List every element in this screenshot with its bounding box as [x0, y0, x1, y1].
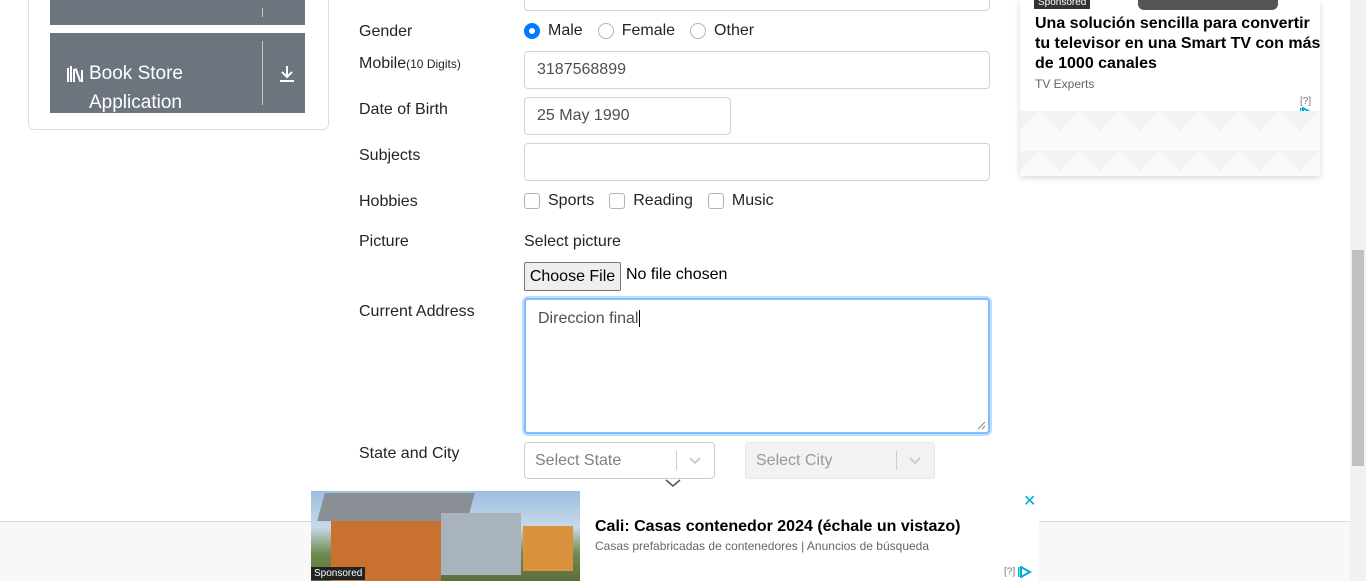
scrollbar-thumb[interactable] — [1352, 250, 1364, 466]
state-city-label: State and City — [359, 445, 460, 462]
text-cursor: ​ — [639, 310, 641, 327]
ad-pattern — [1020, 111, 1320, 176]
dob-value: 25 May 1990 — [537, 107, 630, 124]
current-address-textarea[interactable]: Direccion final​ — [524, 298, 990, 434]
checkbox-icon[interactable] — [524, 193, 540, 209]
dob-label: Date of Birth — [359, 101, 448, 118]
ad-source[interactable]: TV Experts — [1035, 77, 1094, 91]
ad-bottom[interactable]: Sponsored Cali: Casas contenedor 2024 (é… — [311, 491, 1039, 581]
email-field[interactable] — [524, 0, 990, 11]
collapse-ad-icon[interactable] — [665, 478, 681, 488]
chevron-down-icon — [909, 457, 921, 465]
choose-file-button[interactable]: Choose File — [524, 262, 621, 291]
sidebar-item-label: Book Store Application — [89, 63, 183, 113]
subjects-input[interactable] — [524, 143, 990, 181]
hobby-music[interactable]: Music — [707, 192, 774, 210]
hobbies-checkbox-group: Sports Reading Music — [524, 192, 789, 210]
sidebar-item-previous[interactable] — [50, 0, 305, 25]
city-placeholder: Select City — [756, 451, 833, 469]
hobby-sports[interactable]: Sports — [524, 192, 594, 210]
mobile-label: Mobile(10 Digits) — [359, 54, 461, 74]
radio-checked-icon[interactable] — [524, 23, 540, 39]
ad-info-link[interactable]: [?] — [1300, 96, 1311, 107]
download-icon[interactable] — [278, 65, 296, 83]
file-status-text: No file chosen — [626, 266, 728, 283]
mobile-input[interactable]: 3187568899 — [524, 51, 990, 89]
sidebar-divider — [262, 41, 263, 105]
chevron-down-icon[interactable] — [688, 455, 702, 467]
ad-image[interactable] — [1138, 0, 1278, 10]
gender-option-label: Other — [714, 22, 755, 39]
mobile-label-text: Mobile — [359, 55, 407, 72]
address-value: Direccion final — [538, 310, 639, 327]
subjects-label: Subjects — [359, 147, 421, 164]
books-icon — [67, 66, 83, 82]
sponsored-badge: Sponsored — [311, 567, 366, 580]
select-picture-label: Select picture — [524, 233, 621, 250]
mobile-label-hint: (10 Digits) — [406, 57, 461, 71]
select-separator — [676, 451, 677, 470]
select-separator — [896, 451, 897, 470]
gender-option-female[interactable]: Female — [597, 22, 676, 40]
sponsored-badge: Sponsored — [1034, 0, 1091, 9]
sidebar-divider — [262, 8, 263, 17]
picture-label: Picture — [359, 233, 409, 250]
adchoices-icon[interactable] — [1017, 566, 1032, 578]
ad-headline[interactable]: Cali: Casas contenedor 2024 (échale un v… — [595, 518, 960, 536]
page-scrollbar[interactable] — [1350, 0, 1366, 581]
state-placeholder: Select State — [535, 451, 622, 469]
checkbox-icon[interactable] — [707, 193, 724, 209]
ad-right-body[interactable]: Sponsored Una solución sencilla para con… — [1020, 0, 1320, 119]
hobby-label: Reading — [633, 192, 693, 209]
address-label: Current Address — [359, 303, 475, 320]
radio-icon[interactable] — [597, 23, 614, 39]
sidebar-item-book-store[interactable]: Book Store Application — [50, 33, 305, 113]
radio-icon[interactable] — [690, 23, 707, 39]
gender-radio-group: Male Female Other — [524, 22, 769, 40]
dob-input[interactable]: 25 May 1990 — [524, 97, 731, 135]
gender-option-label: Female — [621, 22, 676, 39]
gender-label: Gender — [359, 23, 413, 40]
city-select: Select City — [745, 442, 935, 479]
gender-option-male[interactable]: Male — [524, 22, 583, 40]
ad-image-cabin — [441, 513, 521, 575]
resize-grip-icon[interactable] — [977, 421, 986, 430]
hobby-label: Music — [731, 192, 774, 209]
gender-option-label: Male — [548, 22, 583, 39]
ad-subtitle[interactable]: Casas prefabricadas de contenedores | An… — [595, 539, 929, 553]
mobile-value: 3187568899 — [537, 61, 626, 78]
ad-info-link[interactable]: [?] — [1004, 567, 1015, 578]
ad-mark[interactable]: [?] — [1004, 566, 1032, 578]
ad-image-cabin — [523, 526, 573, 571]
hobbies-label: Hobbies — [359, 193, 418, 210]
ad-right[interactable]: Sponsored Una solución sencilla para con… — [1020, 0, 1320, 176]
ad-headline[interactable]: Una solución sencilla para convertir tu … — [1035, 14, 1325, 74]
hobby-label: Sports — [548, 192, 595, 209]
close-icon[interactable]: ✕ — [1023, 491, 1036, 511]
state-select[interactable]: Select State — [524, 442, 715, 479]
hobby-reading[interactable]: Reading — [609, 192, 693, 210]
checkbox-icon[interactable] — [609, 193, 626, 209]
gender-option-other[interactable]: Other — [690, 22, 754, 40]
